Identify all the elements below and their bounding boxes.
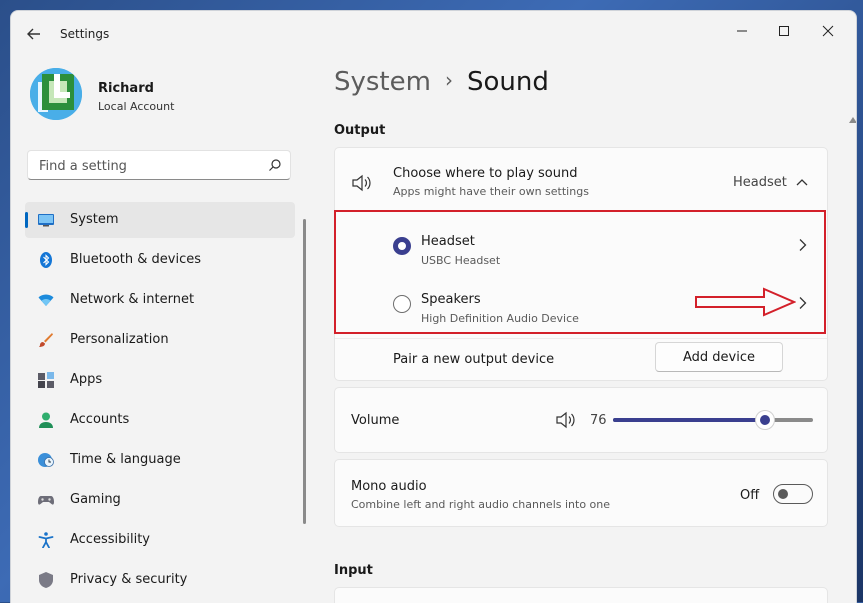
sidebar-item-network[interactable]: Network & internet xyxy=(25,282,295,318)
monitor-icon xyxy=(38,212,54,228)
breadcrumb-parent[interactable]: System xyxy=(334,67,431,97)
choose-output-header[interactable]: Choose where to play sound Apps might ha… xyxy=(335,148,827,208)
sidebar-item-accessibility[interactable]: Accessibility xyxy=(25,522,295,558)
brush-icon xyxy=(38,332,54,348)
volume-label: Volume xyxy=(351,413,399,428)
search-input[interactable] xyxy=(37,156,261,176)
gamepad-icon xyxy=(38,492,54,508)
sidebar-item-label: Accounts xyxy=(70,412,129,427)
volume-slider[interactable] xyxy=(613,418,813,422)
sidebar-item-gaming[interactable]: Gaming xyxy=(25,482,295,518)
sidebar-item-label: Apps xyxy=(70,372,102,387)
close-icon[interactable] xyxy=(808,17,848,45)
sidebar-item-accounts[interactable]: Accounts xyxy=(25,402,295,438)
sidebar-nav: System Bluetooth & devices Network & int… xyxy=(25,202,295,602)
globe-clock-icon xyxy=(38,452,54,468)
sidebar-item-label: Bluetooth & devices xyxy=(70,252,201,267)
sidebar-item-label: Time & language xyxy=(70,452,181,467)
mono-audio-subtitle: Combine left and right audio channels in… xyxy=(351,498,610,511)
scroll-up-icon[interactable] xyxy=(849,117,857,123)
main-scrollbar[interactable] xyxy=(852,127,854,587)
slider-thumb[interactable] xyxy=(756,411,774,429)
volume-card: Volume 76 xyxy=(334,387,828,453)
sidebar-item-bluetooth[interactable]: Bluetooth & devices xyxy=(25,242,295,278)
wifi-icon xyxy=(38,292,54,308)
sidebar-item-label: Accessibility xyxy=(70,532,150,547)
choose-output-title: Choose where to play sound xyxy=(393,166,577,181)
sidebar-item-time-language[interactable]: Time & language xyxy=(25,442,295,478)
title-bar: Settings xyxy=(11,11,856,55)
person-icon xyxy=(38,412,54,428)
mono-audio-card: Mono audio Combine left and right audio … xyxy=(334,459,828,527)
sidebar-item-label: Privacy & security xyxy=(70,572,187,587)
annotation-arrow-icon xyxy=(694,287,796,317)
account-type: Local Account xyxy=(98,100,174,113)
sidebar-item-label: Personalization xyxy=(70,332,169,347)
breadcrumb-separator: › xyxy=(445,68,453,92)
choose-output-subtitle: Apps might have their own settings xyxy=(393,185,589,198)
output-section-title: Output xyxy=(334,123,385,138)
breadcrumb: System › Sound xyxy=(334,67,549,97)
input-card xyxy=(334,587,828,603)
toggle-knob xyxy=(778,489,788,499)
mono-audio-toggle[interactable] xyxy=(773,484,813,504)
pair-device-label: Pair a new output device xyxy=(393,352,554,367)
avatar[interactable] xyxy=(30,68,82,120)
apps-icon xyxy=(38,372,54,388)
sidebar-item-privacy[interactable]: Privacy & security xyxy=(25,562,295,598)
accessibility-icon xyxy=(38,532,54,548)
back-arrow-icon[interactable] xyxy=(23,23,45,45)
divider xyxy=(335,338,827,339)
search-icon[interactable] xyxy=(268,158,282,172)
speaker-icon[interactable] xyxy=(556,410,578,430)
sidebar-item-label: System xyxy=(70,212,118,227)
sidebar-item-personalization[interactable]: Personalization xyxy=(25,322,295,358)
sidebar-item-apps[interactable]: Apps xyxy=(25,362,295,398)
shield-icon xyxy=(38,572,54,588)
sidebar-scrollbar[interactable] xyxy=(303,219,306,524)
active-indicator xyxy=(25,212,28,228)
current-output-device: Headset xyxy=(733,175,787,190)
page-title: Sound xyxy=(467,67,549,97)
app-title: Settings xyxy=(60,27,109,41)
maximize-icon[interactable] xyxy=(764,17,804,45)
slider-fill xyxy=(613,418,765,422)
sidebar-item-label: Gaming xyxy=(70,492,121,507)
toggle-state-label: Off xyxy=(740,488,759,503)
search-box[interactable] xyxy=(27,150,291,180)
bluetooth-icon xyxy=(38,252,54,268)
user-name: Richard xyxy=(98,81,154,96)
settings-window: Settings Richard Local Account xyxy=(10,10,857,603)
speaker-icon xyxy=(352,173,374,193)
add-device-button[interactable]: Add device xyxy=(655,342,783,372)
volume-value: 76 xyxy=(590,413,607,428)
input-section-title: Input xyxy=(334,563,373,578)
chevron-up-icon[interactable] xyxy=(795,176,809,190)
minimize-icon[interactable] xyxy=(722,17,762,45)
sidebar-item-system[interactable]: System xyxy=(25,202,295,238)
sidebar-item-label: Network & internet xyxy=(70,292,194,307)
mono-audio-title: Mono audio xyxy=(351,479,427,494)
